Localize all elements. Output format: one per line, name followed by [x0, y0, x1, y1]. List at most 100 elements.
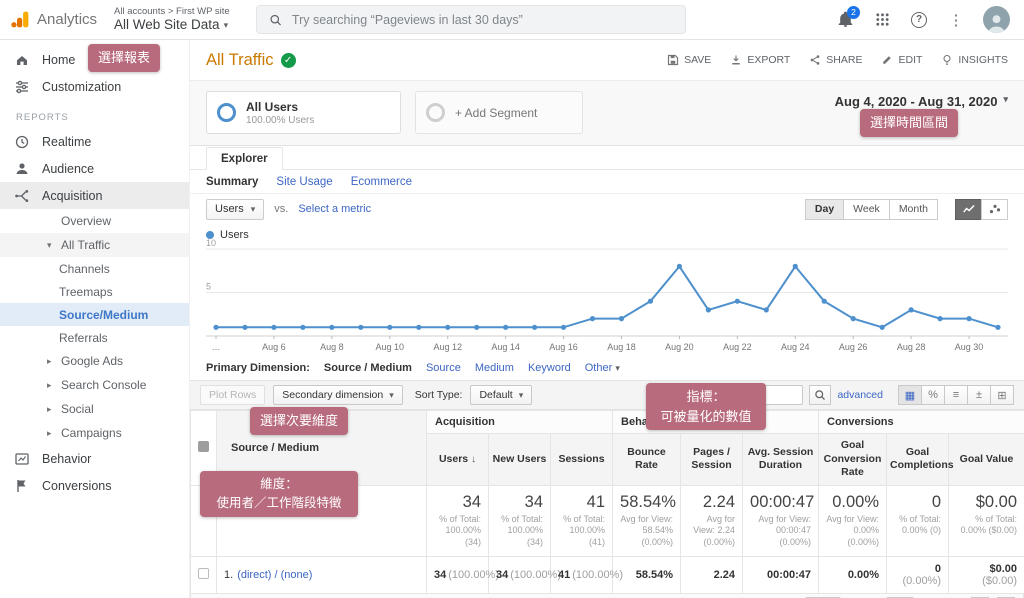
sidebar-item-audience[interactable]: Audience — [0, 155, 189, 182]
share-button[interactable]: SHARE — [809, 54, 862, 66]
chevron-down-icon: ▾ — [518, 389, 524, 400]
tab-explorer[interactable]: Explorer — [206, 147, 283, 170]
column-header-pages-session[interactable]: Pages / Session — [680, 433, 744, 486]
column-header-goal-value[interactable]: Goal Value — [948, 433, 1024, 486]
subnav-site-usage[interactable]: Site Usage — [276, 176, 332, 188]
secondary-dimension-dropdown[interactable]: Secondary dimension ▾ — [273, 385, 403, 405]
edit-icon — [883, 56, 892, 64]
sidebar-item-source-medium[interactable]: Source/Medium — [0, 303, 189, 326]
search-input[interactable] — [291, 12, 673, 27]
primary-dimension-label: Primary Dimension: — [206, 362, 310, 374]
segment-ring-icon — [217, 103, 236, 122]
row-checkbox[interactable] — [198, 567, 209, 579]
data-view-button[interactable]: ▦ — [898, 385, 922, 405]
line-chart-icon — [962, 204, 975, 213]
sidebar-item-behavior[interactable]: Behavior — [0, 445, 189, 472]
users-line-chart[interactable]: 5 10 … Aug 6 Aug 8 Aug 10 Aug 12 Aug 14 Aug 16 Au… — [206, 238, 1008, 356]
legend-users-label: Users — [220, 229, 249, 241]
apps-button[interactable] — [872, 10, 892, 30]
select-all-checkbox[interactable] — [198, 440, 209, 452]
sidebar-item-all-traffic[interactable]: ▾ All Traffic — [0, 233, 189, 257]
export-button[interactable]: EXPORT — [730, 54, 790, 66]
property-name: All Web Site Data — [114, 17, 220, 33]
subnav-summary[interactable]: Summary — [206, 176, 258, 188]
notification-badge: 2 — [847, 5, 860, 19]
svg-text:Aug 26: Aug 26 — [839, 342, 868, 352]
metric-dropdown[interactable]: Users ▾ — [206, 198, 265, 220]
sidebar-item-channels[interactable]: Channels — [0, 257, 189, 280]
save-icon — [667, 54, 679, 66]
granularity-month-button[interactable]: Month — [888, 198, 938, 220]
column-header-sessions[interactable]: Sessions — [549, 433, 614, 486]
behavior-icon — [15, 452, 29, 465]
granularity-week-button[interactable]: Week — [843, 198, 890, 220]
sidebar-item-search-console[interactable]: ▸ Search Console — [0, 373, 189, 397]
plot-rows-button[interactable]: Plot Rows — [200, 385, 266, 405]
export-icon — [732, 55, 741, 65]
global-search[interactable] — [255, 5, 686, 34]
pivot-view-button[interactable]: ⊞ — [990, 385, 1014, 405]
collapsed-arrow-icon: ▸ — [47, 379, 52, 390]
notifications-button[interactable]: 2 — [835, 5, 860, 30]
collapsed-arrow-icon: ▸ — [47, 355, 52, 366]
table-search-button[interactable] — [809, 385, 832, 405]
kebab-icon: ⋮ — [948, 11, 964, 29]
svg-text:Aug 14: Aug 14 — [491, 342, 520, 352]
clock-icon — [15, 135, 29, 148]
dimension-source[interactable]: Source — [426, 362, 461, 374]
sidebar-item-customization[interactable]: Customization — [0, 73, 189, 100]
column-header-avg-session-duration[interactable]: Avg. Session Duration — [742, 433, 820, 486]
dimension-source-medium[interactable]: Source / Medium — [324, 362, 412, 374]
sidebar-item-google-ads[interactable]: ▸ Google Ads — [0, 349, 189, 373]
insights-button[interactable]: INSIGHTS — [941, 54, 1008, 66]
percentage-view-button[interactable]: % — [921, 385, 945, 405]
dimension-keyword[interactable]: Keyword — [528, 362, 571, 374]
account-selector[interactable]: All accounts > First WP site All Web Sit… — [114, 6, 230, 34]
chevron-down-icon: ▾ — [223, 19, 229, 30]
svg-text:…: … — [212, 342, 221, 352]
save-button[interactable]: SAVE — [667, 54, 711, 66]
person-icon — [16, 162, 28, 174]
more-options-button[interactable]: ⋮ — [946, 10, 966, 30]
apps-grid-icon — [875, 13, 889, 26]
sidebar-item-campaigns[interactable]: ▸ Campaigns — [0, 421, 189, 445]
sort-type-dropdown[interactable]: Default ▾ — [470, 385, 533, 405]
sidebar-item-referrals[interactable]: Referrals — [0, 326, 189, 349]
sidebar-item-conversions[interactable]: Conversions — [0, 472, 189, 499]
performance-view-button[interactable]: ≡ — [944, 385, 968, 405]
table-view-icon: ▦ — [904, 389, 916, 402]
page-title: All Traffic — [206, 50, 274, 69]
column-header-bounce-rate[interactable]: Bounce Rate — [612, 433, 682, 486]
avatar[interactable] — [983, 6, 1010, 33]
granularity-day-button[interactable]: Day — [804, 198, 845, 220]
edit-button[interactable]: EDIT — [881, 54, 922, 66]
sidebar-item-acquisition[interactable]: Acquisition — [0, 182, 189, 209]
subnav-ecommerce[interactable]: Ecommerce — [351, 176, 412, 188]
analytics-logo[interactable]: Analytics — [0, 9, 114, 30]
comparison-view-button[interactable]: ± — [967, 385, 991, 405]
granularity-buttons: Day Week Month — [804, 198, 938, 220]
group-header-acquisition: Acquisition — [425, 410, 614, 434]
report-subnav: Summary Site Usage Ecommerce — [190, 170, 1024, 194]
help-button[interactable]: ? — [909, 10, 929, 30]
dimension-other[interactable]: Other ▾ — [585, 362, 620, 374]
sort-desc-icon: ↓ — [471, 453, 477, 465]
sidebar-item-social[interactable]: ▸ Social — [0, 397, 189, 421]
advanced-search-link[interactable]: advanced — [837, 389, 883, 401]
source-medium-link[interactable]: (direct) / (none) — [237, 569, 312, 581]
segment-all-users[interactable]: All Users 100.00% Users — [206, 91, 401, 134]
column-header-new-users[interactable]: New Users — [488, 433, 551, 486]
motion-chart-toggle-button[interactable] — [981, 198, 1008, 220]
sidebar-item-overview[interactable]: Overview — [0, 209, 189, 233]
column-header-users[interactable]: Users ↓ — [426, 433, 489, 486]
sidebar-item-realtime[interactable]: Realtime — [0, 128, 189, 155]
svg-text:Aug 22: Aug 22 — [723, 342, 752, 352]
sidebar-item-treemaps[interactable]: Treemaps — [0, 280, 189, 303]
column-header-goal-conversion-rate[interactable]: Goal Conversion Rate — [818, 433, 888, 486]
add-segment-button[interactable]: + Add Segment — [415, 91, 583, 134]
column-header-goal-completions[interactable]: Goal Completions — [886, 433, 954, 486]
line-chart-toggle-button[interactable] — [955, 198, 982, 220]
tab-strip: Explorer — [190, 146, 1024, 170]
select-metric-link[interactable]: Select a metric — [298, 203, 371, 215]
dimension-medium[interactable]: Medium — [475, 362, 514, 374]
